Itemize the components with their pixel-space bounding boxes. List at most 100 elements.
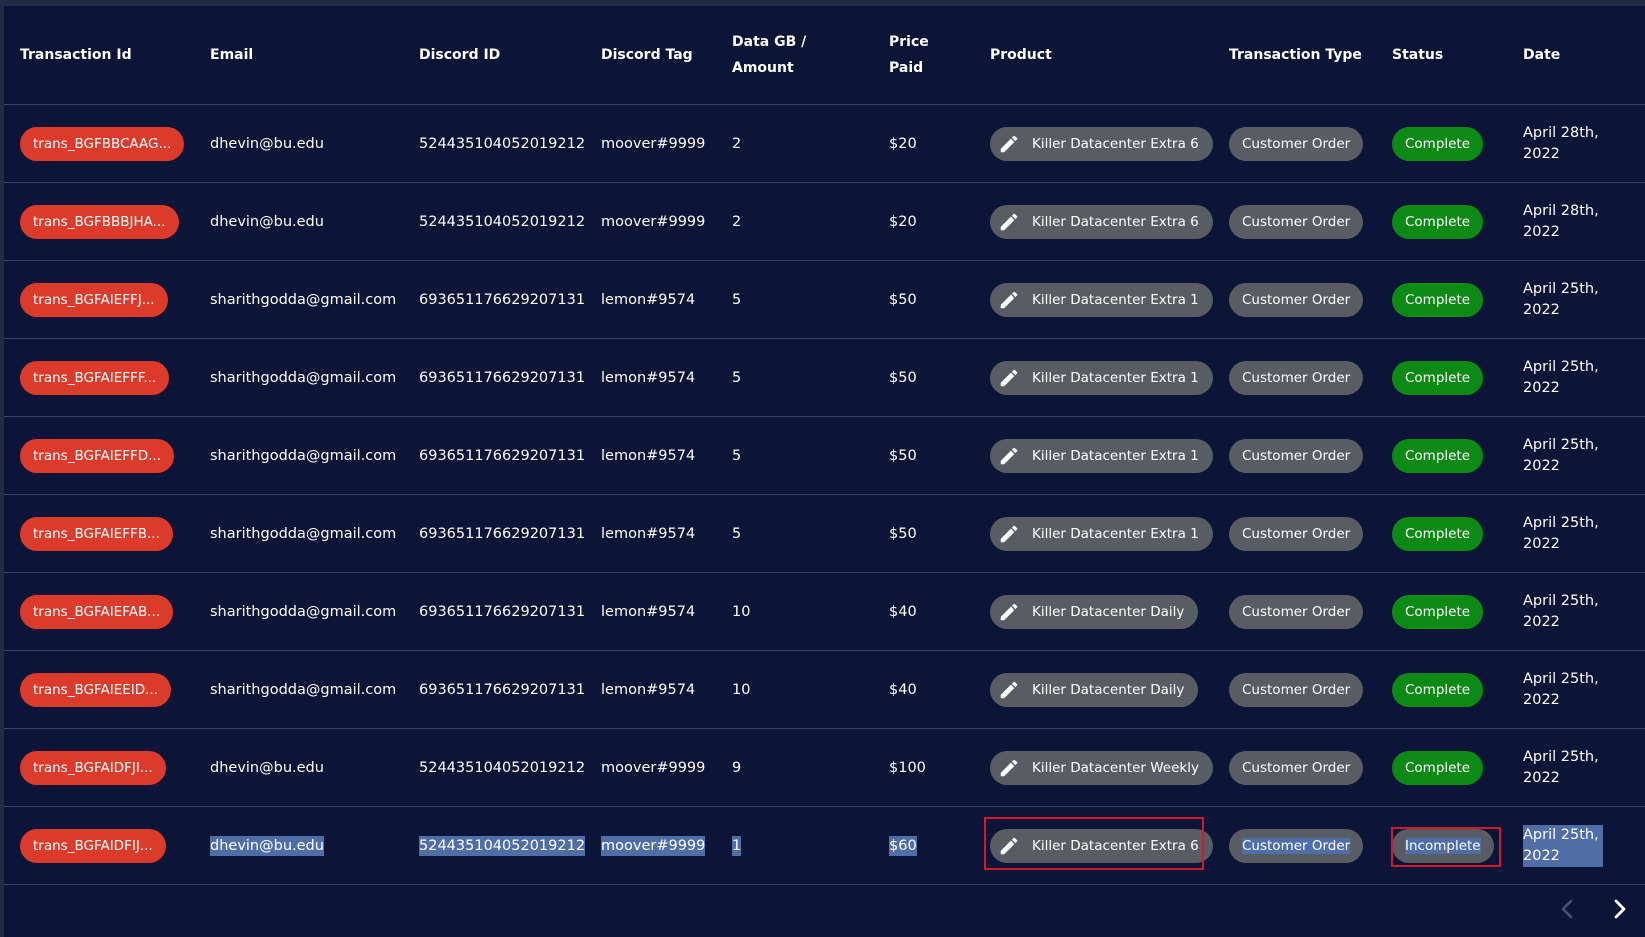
product-cell: Killer Datacenter Extra 1 xyxy=(990,339,1213,416)
data-amount-text: 2 xyxy=(732,213,742,230)
pencil-icon xyxy=(1000,603,1018,620)
status-label: Complete xyxy=(1405,525,1471,542)
pencil-icon xyxy=(1000,681,1018,698)
status-badge[interactable]: Complete xyxy=(1392,438,1484,473)
status-badge[interactable]: Complete xyxy=(1392,126,1484,161)
price-cell: $20 xyxy=(889,105,917,182)
transaction-id-badge[interactable]: trans_BGFBBCAAG... xyxy=(20,126,185,161)
table-row[interactable]: trans_BGFAIEFFJ... sharithgodda@gmail.com… xyxy=(4,261,1645,339)
next-page-button[interactable] xyxy=(1608,897,1630,921)
transaction-type-cell: Customer Order xyxy=(1229,651,1364,728)
discord-id-text: 524435104052019212 xyxy=(419,759,586,776)
header-transaction-id[interactable]: Transaction Id xyxy=(20,6,132,104)
email-cell: sharithgodda@gmail.com xyxy=(210,495,396,572)
header-discord-tag[interactable]: Discord Tag xyxy=(601,6,693,104)
transaction-id-badge[interactable]: trans_BGFAIEFFD... xyxy=(20,438,175,473)
date-text: April 25th, 2022 xyxy=(1523,514,1599,552)
data-amount-text: 10 xyxy=(732,681,751,698)
product-button[interactable]: Killer Datacenter Daily xyxy=(990,594,1199,629)
product-label: Killer Datacenter Extra 1 xyxy=(1032,525,1199,542)
table-row[interactable]: trans_BGFBBCAAG... dhevin@bu.edu 524435104… xyxy=(4,105,1645,183)
discord-id-text: 693651176629207131 xyxy=(419,603,586,620)
product-label: Killer Datacenter Extra 6 xyxy=(1032,135,1199,152)
status-cell: Complete xyxy=(1392,573,1484,650)
price-cell: $40 xyxy=(889,651,917,728)
table-row[interactable]: trans_BGFAIEFAB... sharithgodda@gmail.com… xyxy=(4,573,1645,651)
price-cell: $100 xyxy=(889,729,926,806)
product-button[interactable]: Killer Datacenter Extra 1 xyxy=(990,360,1213,395)
product-button[interactable]: Killer Datacenter Extra 6 xyxy=(990,204,1213,239)
transaction-type-cell: Customer Order xyxy=(1229,495,1364,572)
discord-tag-cell: lemon#9574 xyxy=(601,417,695,494)
data-amount-cell: 5 xyxy=(732,417,741,494)
transaction-id-badge[interactable]: trans_BGFAIDFIJ... xyxy=(20,828,166,863)
status-badge[interactable]: Complete xyxy=(1392,204,1484,239)
table-row[interactable]: trans_BGFAIEFFD... sharithgodda@gmail.com… xyxy=(4,417,1645,495)
data-amount-cell: 5 xyxy=(732,495,741,572)
prev-page-button[interactable] xyxy=(1557,897,1579,921)
discord-id-text: 693651176629207131 xyxy=(419,369,586,386)
status-badge[interactable]: Complete xyxy=(1392,672,1484,707)
transaction-type-badge: Customer Order xyxy=(1229,672,1364,707)
table-row[interactable]: trans_BGFAIEFFB... sharithgodda@gmail.com… xyxy=(4,495,1645,573)
product-button[interactable]: Killer Datacenter Extra 6 xyxy=(990,126,1213,161)
transaction-type-label: Customer Order xyxy=(1242,837,1351,854)
header-email[interactable]: Email xyxy=(210,6,253,104)
chevron-right-icon xyxy=(1614,899,1626,919)
transaction-type-label: Customer Order xyxy=(1242,447,1351,464)
table-row[interactable]: trans_BGFBBBJHA... dhevin@bu.edu 524435104… xyxy=(4,183,1645,261)
product-button[interactable]: Killer Datacenter Extra 1 xyxy=(990,516,1213,551)
status-badge[interactable]: Complete xyxy=(1392,516,1484,551)
transaction-type-badge: Customer Order xyxy=(1229,750,1364,785)
header-discord-id[interactable]: Discord ID xyxy=(419,6,500,104)
discord-id-cell: 693651176629207131 xyxy=(419,495,585,572)
transaction-id-badge[interactable]: trans_BGFAIEFFF... xyxy=(20,360,170,395)
transaction-type-badge: Customer Order xyxy=(1229,438,1364,473)
transaction-id-badge[interactable]: trans_BGFAIEFFB... xyxy=(20,516,173,551)
transaction-type-cell: Customer Order xyxy=(1229,807,1364,884)
discord-tag-cell: moover#9999 xyxy=(601,807,706,884)
table-row[interactable]: trans_BGFAIDFJI... dhevin@bu.edu 524435104… xyxy=(4,729,1645,807)
discord-tag-text: moover#9999 xyxy=(601,759,706,776)
date-text: April 25th, 2022 xyxy=(1523,436,1599,474)
discord-tag-cell: lemon#9574 xyxy=(601,573,695,650)
date-cell: April 25th, 2022 xyxy=(1523,729,1603,806)
data-amount-text: 1 xyxy=(732,835,742,856)
transaction-type-badge: Customer Order xyxy=(1229,828,1364,863)
product-button[interactable]: Killer Datacenter Extra 1 xyxy=(990,438,1213,473)
transaction-id-badge[interactable]: trans_BGFAIEEID... xyxy=(20,672,171,707)
status-badge[interactable]: Complete xyxy=(1392,360,1484,395)
transaction-id-badge[interactable]: trans_BGFAIEFAB... xyxy=(20,594,174,629)
transaction-id-badge[interactable]: trans_BGFBBBJHA... xyxy=(20,204,179,239)
transaction-id-badge[interactable]: trans_BGFAIEFFJ... xyxy=(20,282,168,317)
status-badge[interactable]: Complete xyxy=(1392,594,1484,629)
header-transaction-type[interactable]: Transaction Type xyxy=(1229,6,1362,104)
transaction-type-badge: Customer Order xyxy=(1229,516,1364,551)
transaction-id-cell: trans_BGFAIEEID... xyxy=(20,651,171,728)
product-label: Killer Datacenter Extra 1 xyxy=(1032,447,1199,464)
header-status[interactable]: Status xyxy=(1392,6,1443,104)
discord-tag-cell: lemon#9574 xyxy=(601,339,695,416)
transaction-id-badge[interactable]: trans_BGFAIDFJI... xyxy=(20,750,166,785)
product-cell: Killer Datacenter Weekly xyxy=(990,729,1213,806)
price-cell: $50 xyxy=(889,417,917,494)
status-cell: Complete xyxy=(1392,339,1484,416)
header-product[interactable]: Product xyxy=(990,6,1052,104)
discord-id-cell: 524435104052019212 xyxy=(419,807,586,884)
header-data-amount[interactable]: Data GB / Amount xyxy=(732,6,806,104)
product-button[interactable]: Killer Datacenter Weekly xyxy=(990,750,1213,785)
status-badge[interactable]: Complete xyxy=(1392,750,1484,785)
header-date[interactable]: Date xyxy=(1523,6,1560,104)
transaction-type-label: Customer Order xyxy=(1242,525,1351,542)
price-cell: $50 xyxy=(889,261,917,338)
discord-tag-text: lemon#9574 xyxy=(601,369,696,386)
table-row[interactable]: trans_BGFAIEEID... sharithgodda@gmail.com… xyxy=(4,651,1645,729)
price-cell: $50 xyxy=(889,339,917,416)
product-button[interactable]: Killer Datacenter Daily xyxy=(990,672,1199,707)
status-badge[interactable]: Complete xyxy=(1392,282,1484,317)
header-price-paid[interactable]: Price Paid xyxy=(889,6,929,104)
product-button[interactable]: Killer Datacenter Extra 1 xyxy=(990,282,1213,317)
transaction-type-badge: Customer Order xyxy=(1229,282,1364,317)
table-row[interactable]: trans_BGFAIEFFF... sharithgodda@gmail.com… xyxy=(4,339,1645,417)
date-cell: April 25th, 2022 xyxy=(1523,339,1603,416)
